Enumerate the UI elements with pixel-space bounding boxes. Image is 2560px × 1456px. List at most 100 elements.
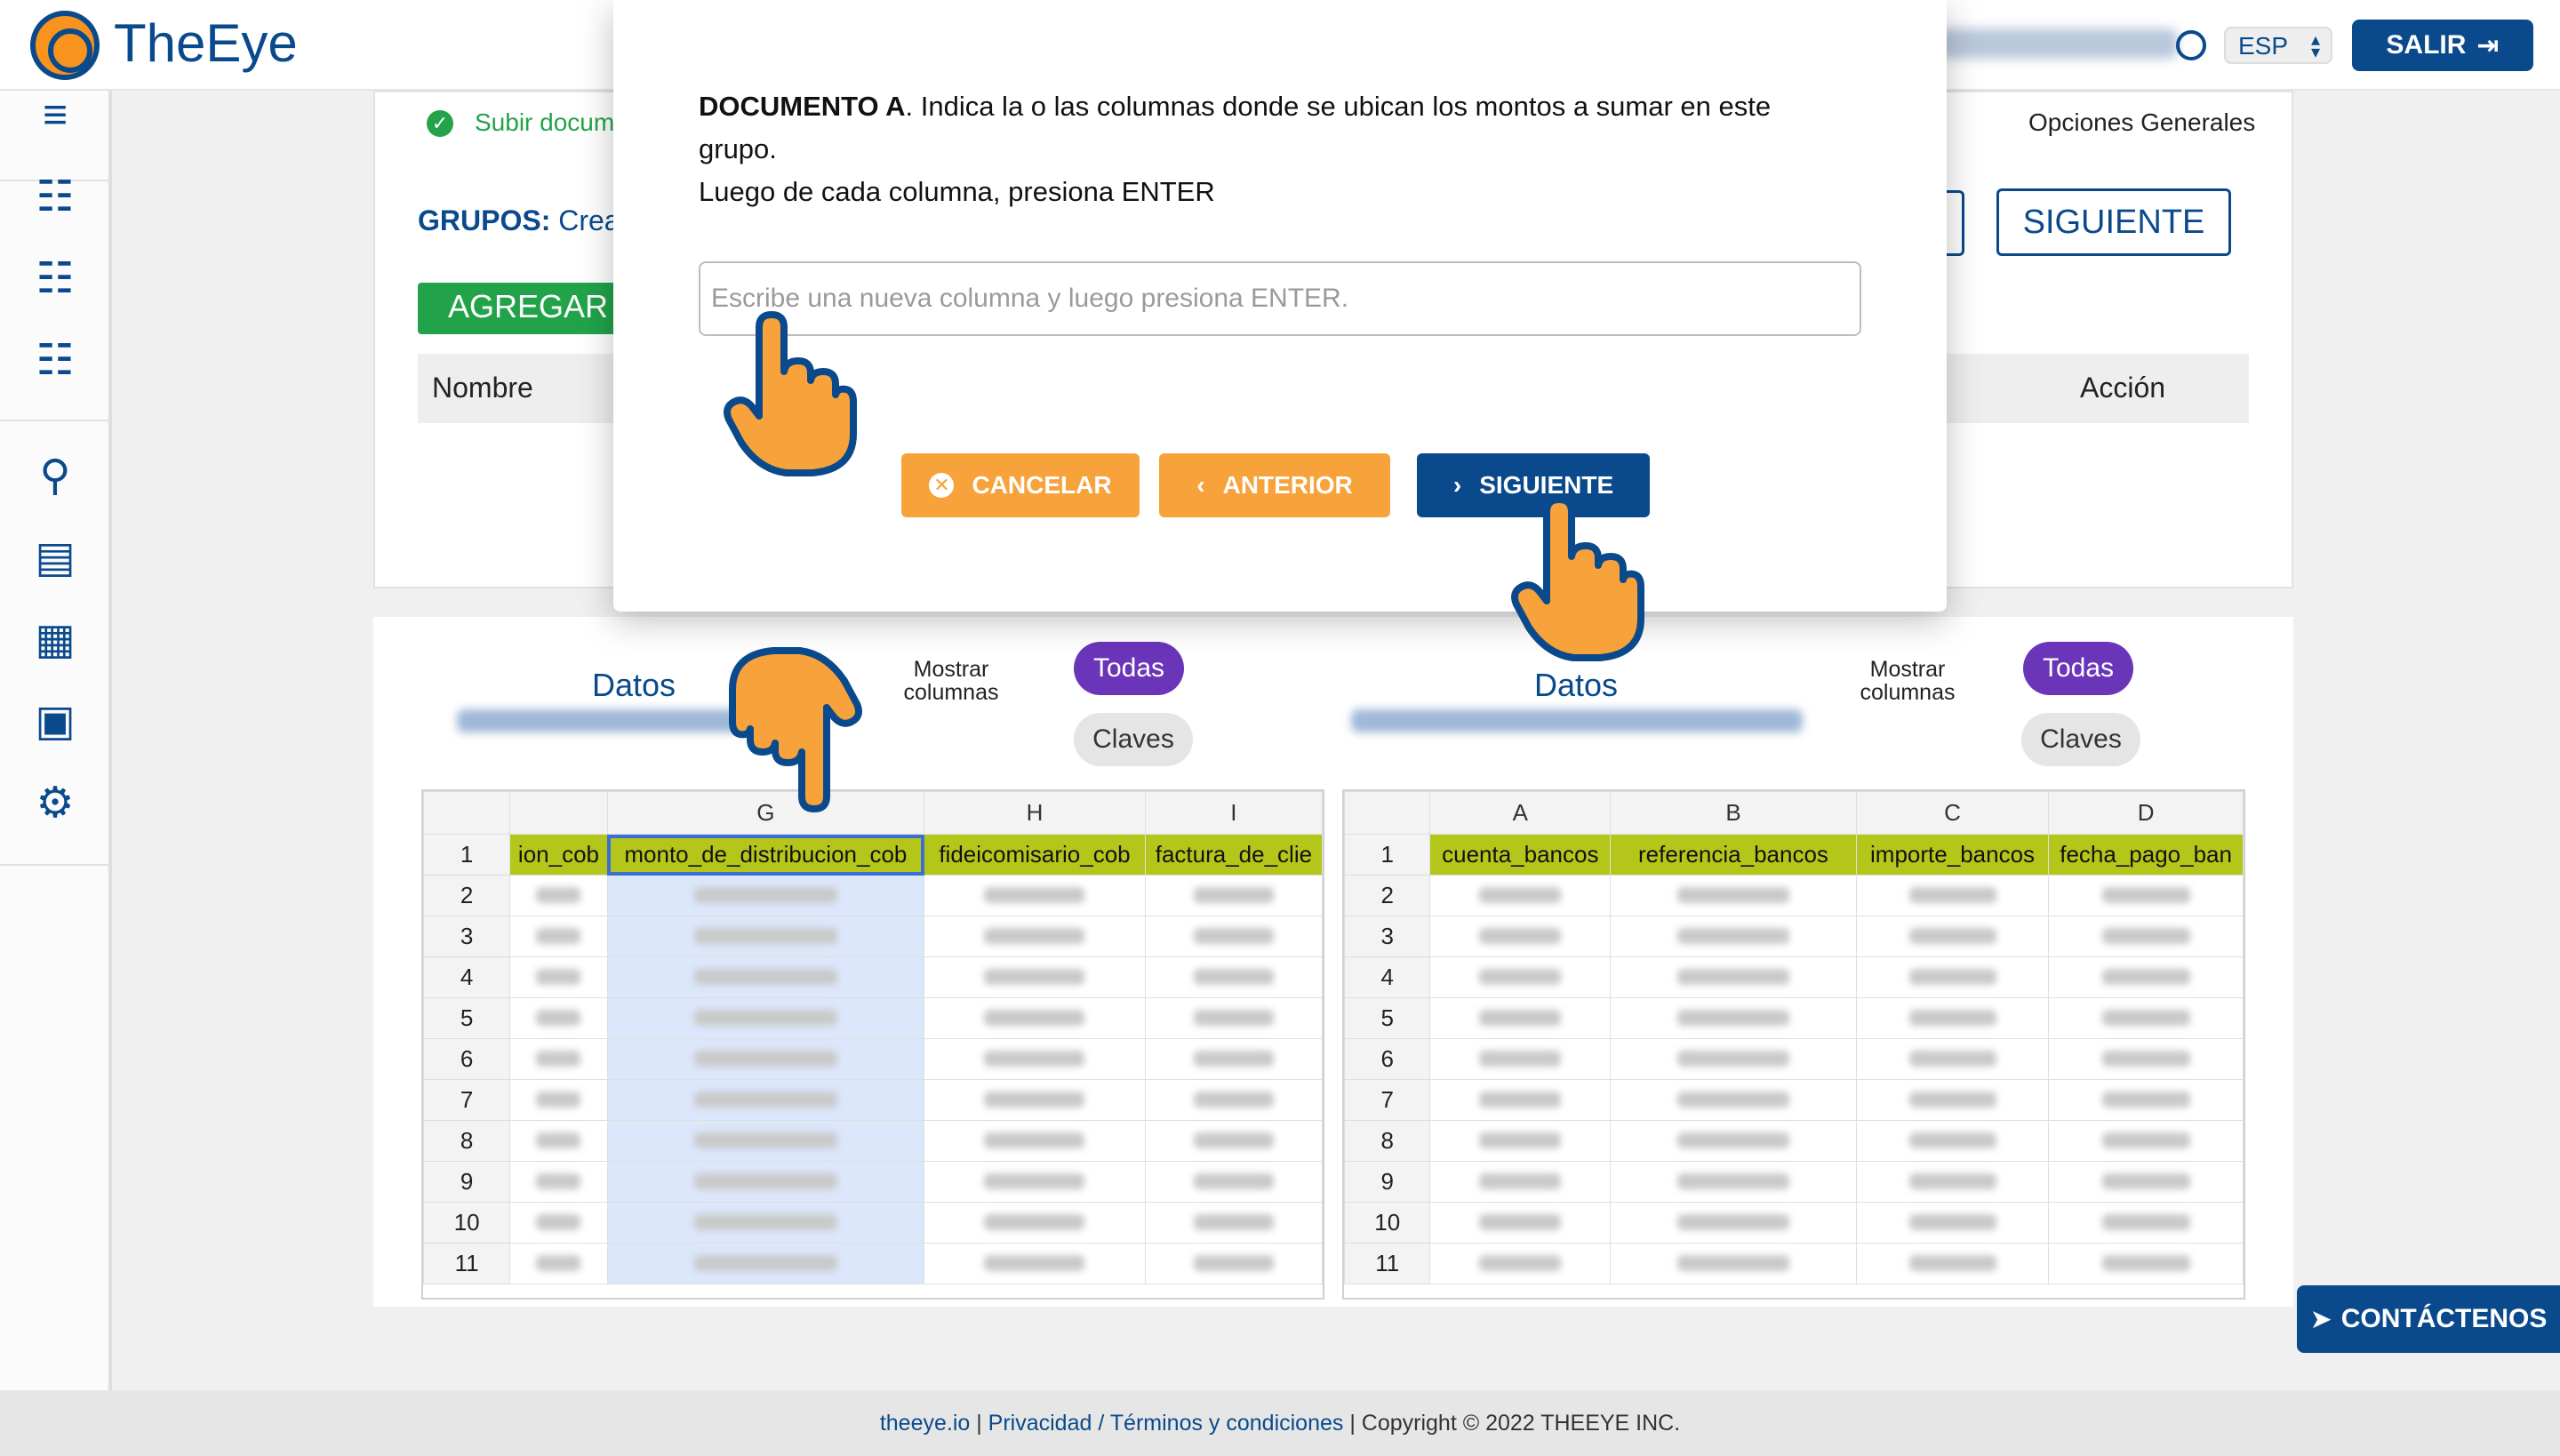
footer-site-link[interactable]: theeye.io xyxy=(880,1411,970,1436)
data-cell-blurred[interactable] xyxy=(1429,916,1612,957)
data-cell-blurred[interactable] xyxy=(1610,875,1857,916)
step-upload-label[interactable]: Subir docum xyxy=(475,108,614,137)
data-cell-blurred[interactable] xyxy=(2048,1202,2244,1244)
dataset-a-filter-all[interactable]: Todas xyxy=(1074,642,1184,695)
data-cell-blurred[interactable] xyxy=(1855,956,2050,998)
col-letter-h[interactable]: H xyxy=(924,791,1146,835)
data-cell-blurred[interactable] xyxy=(509,1243,608,1284)
data-cell-blurred[interactable] xyxy=(1144,875,1323,916)
data-cell-blurred[interactable] xyxy=(1855,1202,2050,1244)
header-cell[interactable]: fideicomisario_cob xyxy=(924,834,1146,876)
row-number[interactable]: 10 xyxy=(423,1202,511,1244)
invoice-icon[interactable]: ▦ xyxy=(30,615,80,665)
header-cell[interactable]: ion_cob xyxy=(509,834,608,876)
data-cell-blurred[interactable] xyxy=(1610,1038,1857,1080)
data-cell-blurred[interactable] xyxy=(509,875,608,916)
data-cell-blurred[interactable] xyxy=(509,916,608,957)
row-number[interactable]: 2 xyxy=(423,875,511,916)
user-icon[interactable] xyxy=(2176,30,2206,60)
row-number[interactable]: 7 xyxy=(1344,1079,1431,1121)
header-cell[interactable]: fecha_pago_ban xyxy=(2048,834,2244,876)
row-number[interactable]: 8 xyxy=(1344,1120,1431,1162)
data-cell-blurred[interactable] xyxy=(1855,997,2050,1039)
data-cell-blurred[interactable] xyxy=(2048,1038,2244,1080)
col-letter-i[interactable]: I xyxy=(1144,791,1323,835)
checklist-settings-icon[interactable]: ☷ xyxy=(30,336,80,386)
col-letter-b[interactable]: B xyxy=(1610,791,1857,835)
col-letter[interactable] xyxy=(509,791,608,835)
row-number[interactable]: 9 xyxy=(423,1161,511,1203)
data-cell-blurred[interactable] xyxy=(1610,1161,1857,1203)
data-cell-blurred[interactable] xyxy=(1144,1161,1323,1203)
data-cell-blurred[interactable] xyxy=(2048,1243,2244,1284)
row-number[interactable]: 5 xyxy=(423,997,511,1039)
language-select[interactable]: ESP ▴ ▾ xyxy=(2224,27,2332,64)
data-cell-blurred[interactable] xyxy=(2048,916,2244,957)
row-number[interactable]: 4 xyxy=(1344,956,1431,998)
data-cell-blurred[interactable] xyxy=(1855,1038,2050,1080)
data-cell-blurred[interactable] xyxy=(1855,1079,2050,1121)
user-card-icon[interactable]: ▣ xyxy=(30,697,80,747)
data-cell-blurred[interactable] xyxy=(1429,956,1612,998)
data-cell-blurred[interactable] xyxy=(924,916,1146,957)
data-cell-blurred[interactable] xyxy=(509,1202,608,1244)
row-number[interactable]: 9 xyxy=(1344,1161,1431,1203)
data-cell-blurred[interactable] xyxy=(509,997,608,1039)
settings-gears-icon[interactable]: ⚙ xyxy=(30,779,80,828)
data-cell-blurred[interactable] xyxy=(924,875,1146,916)
row-number[interactable]: 6 xyxy=(1344,1038,1431,1080)
row-number[interactable]: 3 xyxy=(1344,916,1431,957)
data-cell-blurred[interactable] xyxy=(1610,1120,1857,1162)
data-cell-blurred[interactable] xyxy=(924,997,1146,1039)
data-cell-blurred[interactable] xyxy=(2048,1120,2244,1162)
data-cell-blurred[interactable] xyxy=(924,1079,1146,1121)
data-cell-blurred[interactable] xyxy=(1144,1079,1323,1121)
data-cell-blurred[interactable] xyxy=(606,956,925,998)
data-cell-blurred[interactable] xyxy=(1144,1038,1323,1080)
data-cell-blurred[interactable] xyxy=(2048,875,2244,916)
data-cell-blurred[interactable] xyxy=(924,1202,1146,1244)
previous-button[interactable]: ‹ ANTERIOR xyxy=(1159,453,1390,517)
data-cell-blurred[interactable] xyxy=(606,1079,925,1121)
row-number[interactable]: 8 xyxy=(423,1120,511,1162)
data-cell-blurred[interactable] xyxy=(924,1038,1146,1080)
data-cell-blurred[interactable] xyxy=(1610,916,1857,957)
data-cell-blurred[interactable] xyxy=(924,1161,1146,1203)
data-cell-blurred[interactable] xyxy=(509,1079,608,1121)
new-column-input[interactable] xyxy=(699,261,1861,336)
logout-button[interactable]: SALIR ⇥ xyxy=(2352,20,2533,71)
clipboard-icon[interactable]: ▤ xyxy=(30,533,80,583)
data-cell-blurred[interactable] xyxy=(1429,1079,1612,1121)
data-cell-blurred[interactable] xyxy=(1144,916,1323,957)
dataset-b-filter-keys[interactable]: Claves xyxy=(2021,713,2140,766)
row-number[interactable]: 1 xyxy=(1344,834,1431,876)
data-cell-blurred[interactable] xyxy=(1429,1243,1612,1284)
data-cell-blurred[interactable] xyxy=(1610,1243,1857,1284)
data-cell-blurred[interactable] xyxy=(606,1120,925,1162)
header-cell[interactable]: monto_de_distribucion_cob xyxy=(606,834,925,876)
data-cell-blurred[interactable] xyxy=(1610,1079,1857,1121)
data-cell-blurred[interactable] xyxy=(924,1120,1146,1162)
data-cell-blurred[interactable] xyxy=(2048,1161,2244,1203)
data-cell-blurred[interactable] xyxy=(1855,916,2050,957)
data-cell-blurred[interactable] xyxy=(606,916,925,957)
data-cell-blurred[interactable] xyxy=(1610,956,1857,998)
data-cell-blurred[interactable] xyxy=(924,956,1146,998)
data-cell-blurred[interactable] xyxy=(1855,1120,2050,1162)
col-letter-d[interactable]: D xyxy=(2048,791,2244,835)
data-cell-blurred[interactable] xyxy=(2048,1079,2244,1121)
dataset-a-filter-keys[interactable]: Claves xyxy=(1074,713,1193,766)
data-cell-blurred[interactable] xyxy=(1610,1202,1857,1244)
row-number[interactable]: 6 xyxy=(423,1038,511,1080)
header-cell[interactable]: factura_de_clie xyxy=(1144,834,1323,876)
row-number[interactable]: 11 xyxy=(1344,1243,1431,1284)
header-cell[interactable]: referencia_bancos xyxy=(1610,834,1857,876)
col-letter-a[interactable]: A xyxy=(1429,791,1612,835)
row-number[interactable]: 5 xyxy=(1344,997,1431,1039)
cancel-button[interactable]: ✕ CANCELAR xyxy=(901,453,1140,517)
data-cell-blurred[interactable] xyxy=(509,1038,608,1080)
data-cell-blurred[interactable] xyxy=(2048,956,2244,998)
header-cell[interactable]: cuenta_bancos xyxy=(1429,834,1612,876)
data-cell-blurred[interactable] xyxy=(1144,997,1323,1039)
data-cell-blurred[interactable] xyxy=(509,956,608,998)
